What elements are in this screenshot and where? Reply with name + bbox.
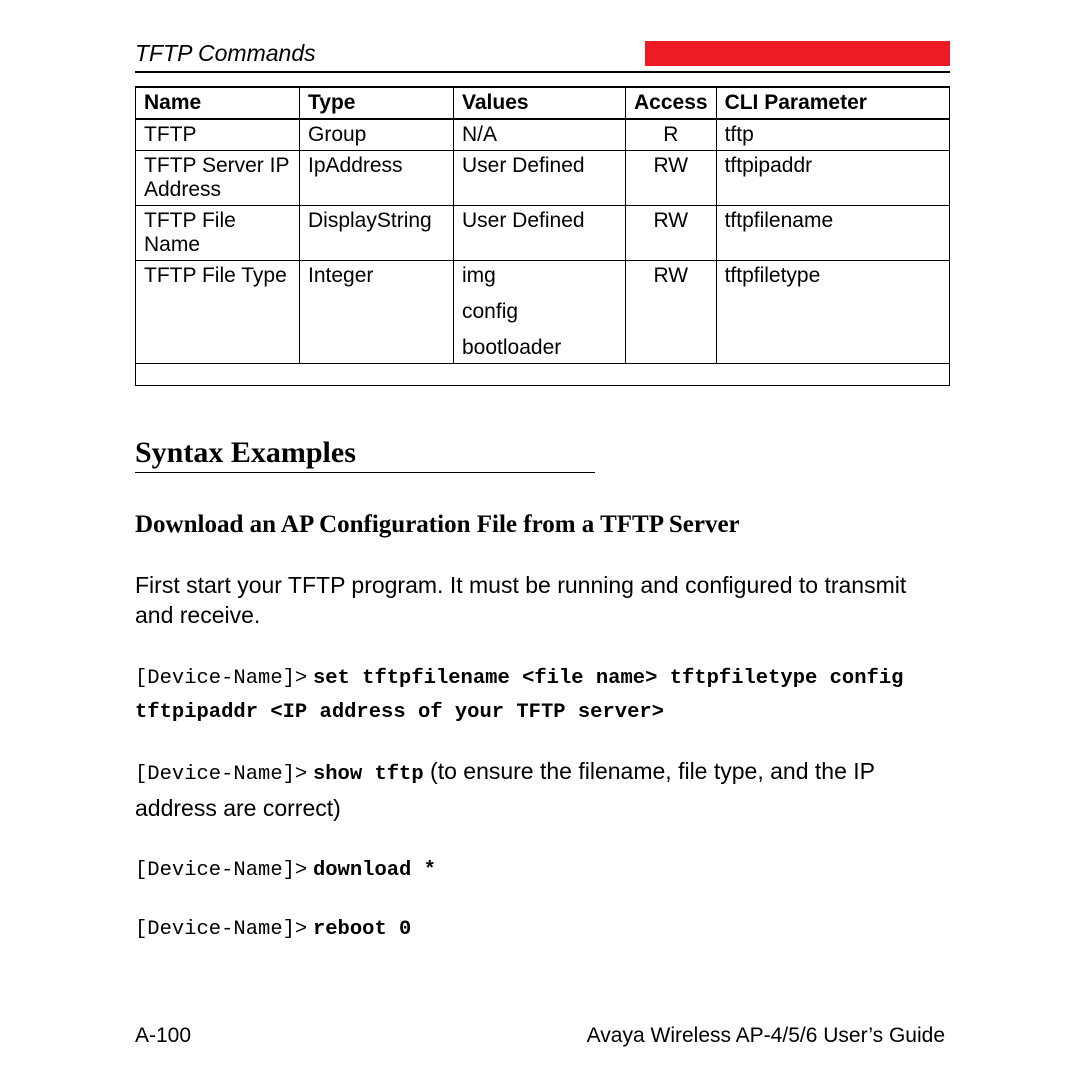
syntax-rule [135,472,595,473]
col-values: Values [454,87,626,119]
table-header-row: Name Type Values Access CLI Parameter [136,87,950,119]
col-access: Access [626,87,717,119]
table-row: TFTP File Type Integer img config bootlo… [136,261,950,364]
col-name: Name [136,87,300,119]
page-footer: A-100 Avaya Wireless AP-4/5/6 User’s Gui… [135,1024,945,1048]
table-spacer-row [136,364,950,386]
table-row: TFTP Server IP Address IpAddress User De… [136,151,950,206]
parameter-table: Name Type Values Access CLI Parameter TF… [135,86,950,386]
header-rule [135,71,950,73]
col-type: Type [300,87,454,119]
accent-bar [645,41,950,66]
col-cli: CLI Parameter [716,87,949,119]
guide-title: Avaya Wireless AP-4/5/6 User’s Guide [587,1024,945,1048]
page-number: A-100 [135,1024,191,1048]
page-header: TFTP Commands [135,40,950,67]
command-block-set: [Device-Name]> set tftpfilename <file na… [135,661,950,729]
table-row: TFTP Group N/A R tftp [136,119,950,151]
section-title: TFTP Commands [135,40,316,67]
sub-heading: Download an AP Configuration File from a… [135,511,950,539]
command-block-download: [Device-Name]> download * [135,853,950,887]
intro-text: First start your TFTP program. It must b… [135,571,950,631]
command-block-show: [Device-Name]> show tftp (to ensure the … [135,754,950,826]
command-block-reboot: [Device-Name]> reboot 0 [135,912,950,946]
syntax-heading: Syntax Examples [135,436,950,470]
table-row: TFTP File Name DisplayString User Define… [136,206,950,261]
